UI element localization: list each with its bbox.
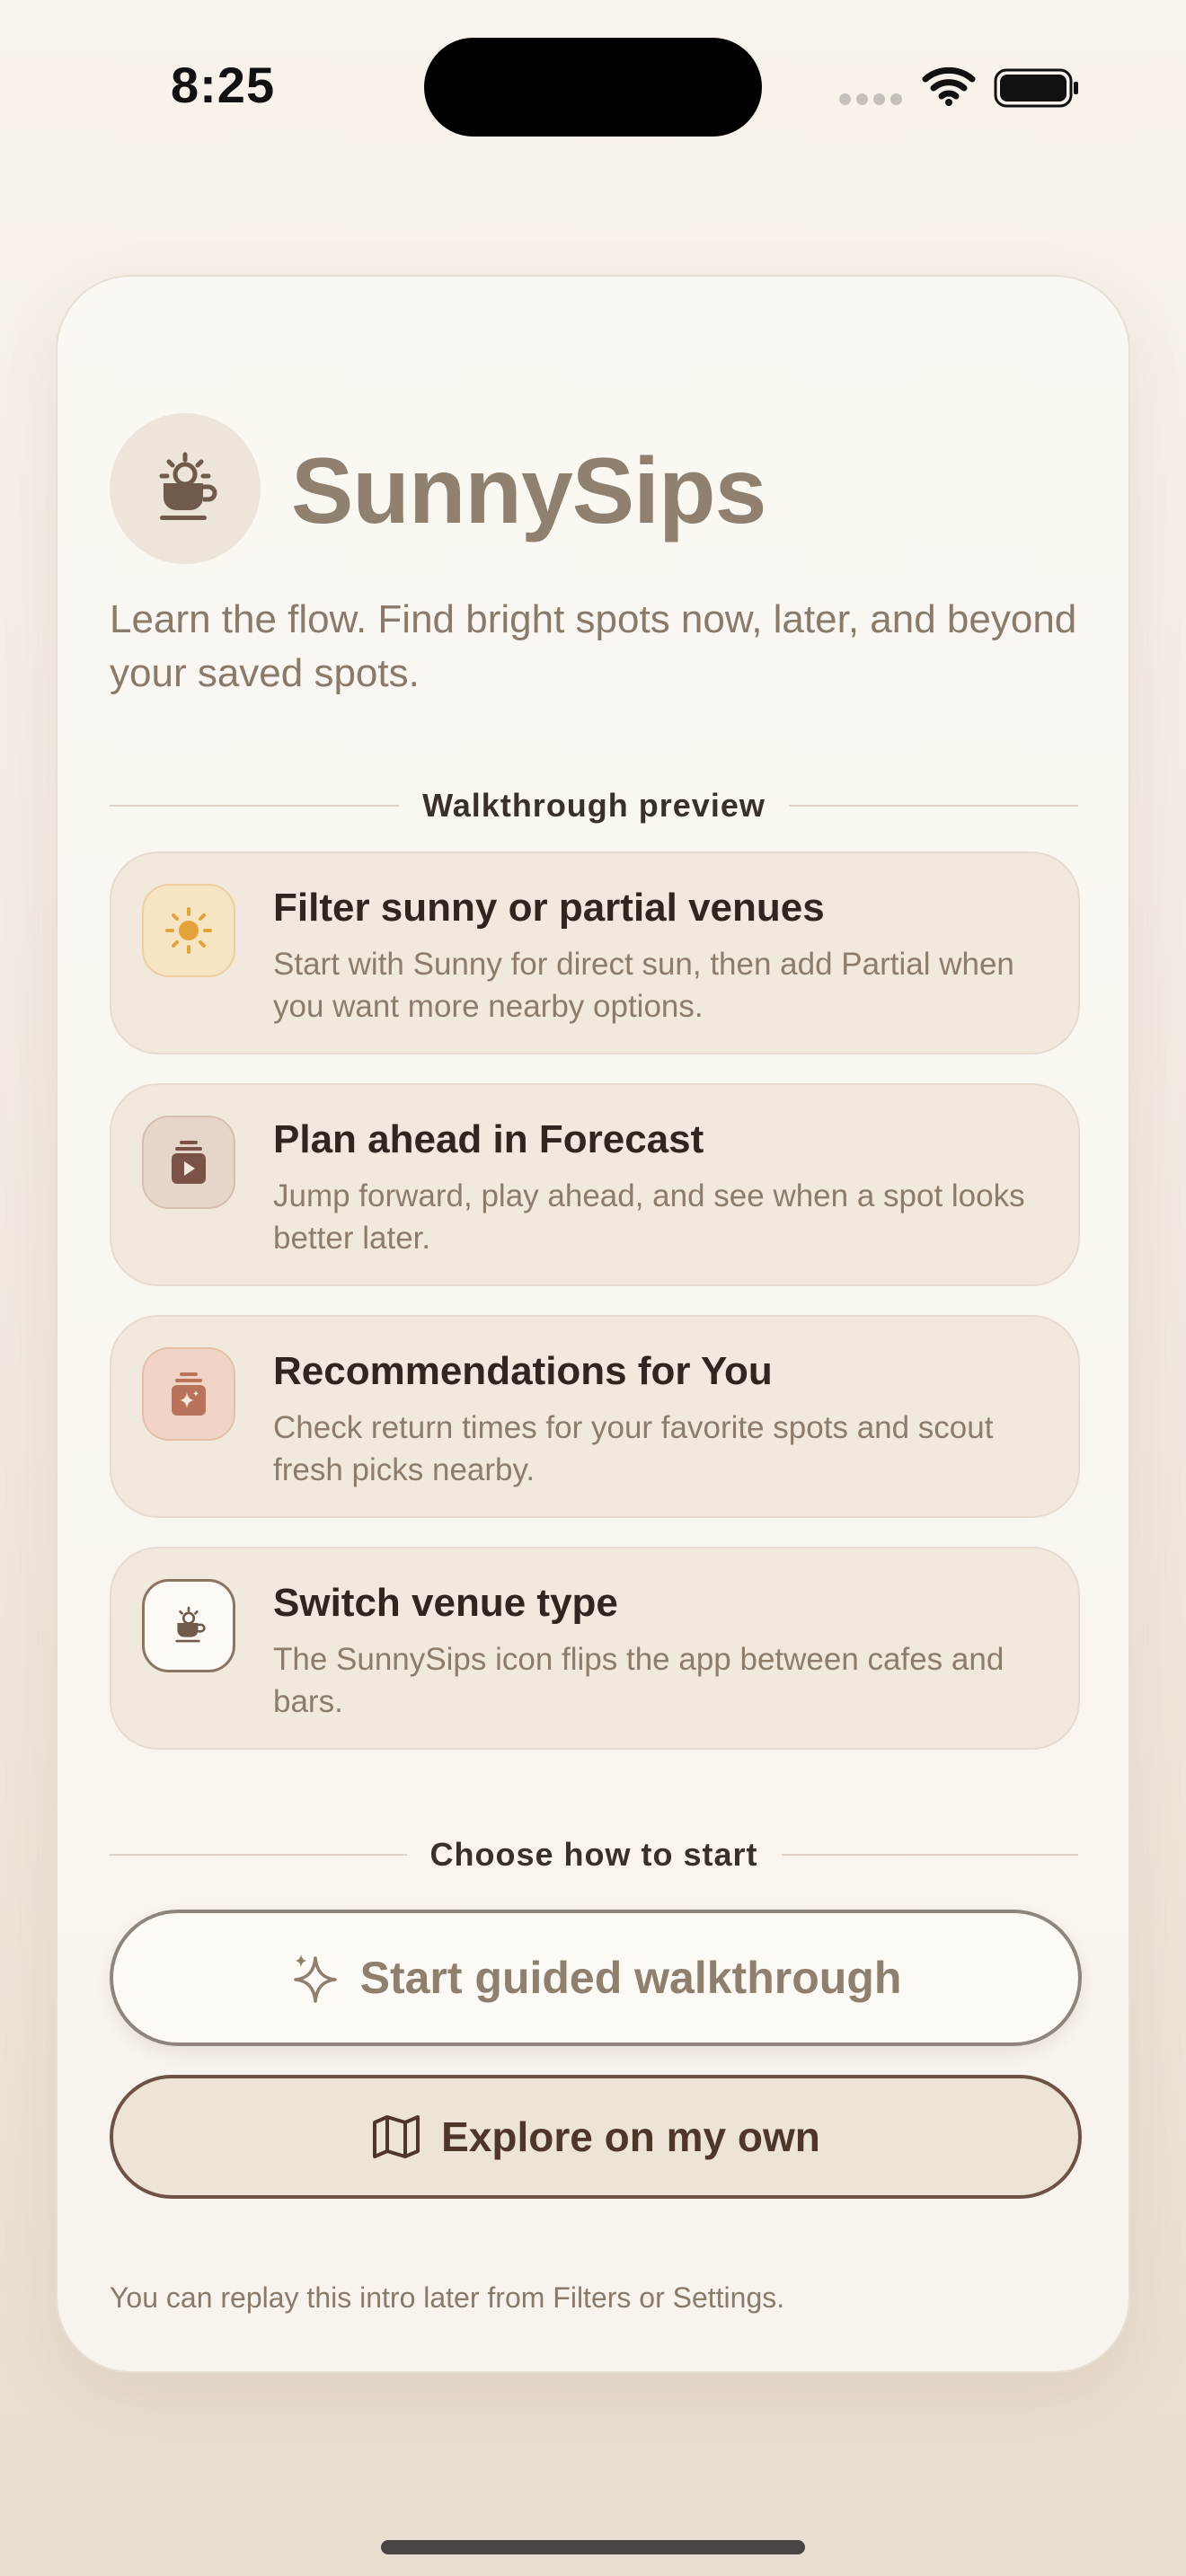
onboarding-card: SunnySips Learn the flow. Find bright sp… <box>56 275 1130 2373</box>
feature-card-venue-type: Switch venue type The SunnySips icon fli… <box>110 1547 1080 1750</box>
feature-title: Recommendations for You <box>273 1349 773 1393</box>
walkthrough-divider: Walkthrough preview <box>110 783 1078 828</box>
app-logo <box>110 413 261 564</box>
map-icon <box>373 2115 420 2158</box>
explore-button-label: Explore on my own <box>441 2113 820 2160</box>
divider-line <box>110 1854 407 1856</box>
replay-footnote: You can replay this intro later from Fil… <box>110 2281 785 2314</box>
feature-card-recommendations: Recommendations for You Check return tim… <box>110 1315 1080 1518</box>
feature-icon-box <box>142 1347 235 1441</box>
feature-title: Switch venue type <box>273 1581 618 1625</box>
dynamic-island <box>424 38 762 137</box>
sparkle-stack-icon <box>172 1372 206 1416</box>
sun-icon <box>165 907 212 954</box>
divider-line <box>781 1854 1079 1856</box>
feature-icon-box <box>142 1579 235 1672</box>
battery-icon <box>994 68 1078 108</box>
divider-line <box>788 805 1078 807</box>
app-title: SunnySips <box>291 439 766 543</box>
walkthrough-section-label: Walkthrough preview <box>422 787 766 824</box>
guided-button-label: Start guided walkthrough <box>359 1953 902 2003</box>
feature-description: The SunnySips icon flips the app between… <box>273 1642 1005 1719</box>
explore-on-my-own-button[interactable]: Explore on my own <box>110 2075 1082 2199</box>
divider-line <box>110 805 400 807</box>
choose-section-label: Choose how to start <box>429 1836 758 1873</box>
feature-description: Start with Sunny for direct sun, then ad… <box>273 947 1014 1024</box>
sunny-cup-icon <box>159 452 217 520</box>
feature-card-filter: Filter sunny or partial venues Start wit… <box>110 851 1080 1054</box>
sunny-cup-icon <box>175 1606 206 1643</box>
home-indicator[interactable] <box>381 2540 805 2554</box>
start-guided-walkthrough-button[interactable]: Start guided walkthrough <box>110 1910 1082 2046</box>
sparkles-icon <box>293 1954 337 2003</box>
feature-icon-box <box>142 1116 235 1209</box>
feature-card-forecast: Plan ahead in Forecast Jump forward, pla… <box>110 1083 1080 1286</box>
intro-subtitle: Learn the flow. Find bright spots now, l… <box>110 597 1077 695</box>
wifi-icon <box>922 66 976 106</box>
feature-description: Jump forward, play ahead, and see when a… <box>273 1178 1025 1256</box>
feature-icon-box <box>142 884 235 977</box>
choose-divider: Choose how to start <box>110 1832 1079 1877</box>
status-indicators <box>839 65 1082 110</box>
feature-title: Filter sunny or partial venues <box>273 886 825 930</box>
feature-title: Plan ahead in Forecast <box>273 1117 704 1161</box>
cellular-signal-icon <box>839 93 907 110</box>
feature-description: Check return times for your favorite spo… <box>273 1410 994 1487</box>
status-time: 8:25 <box>171 57 276 113</box>
play-stack-icon <box>172 1141 206 1184</box>
